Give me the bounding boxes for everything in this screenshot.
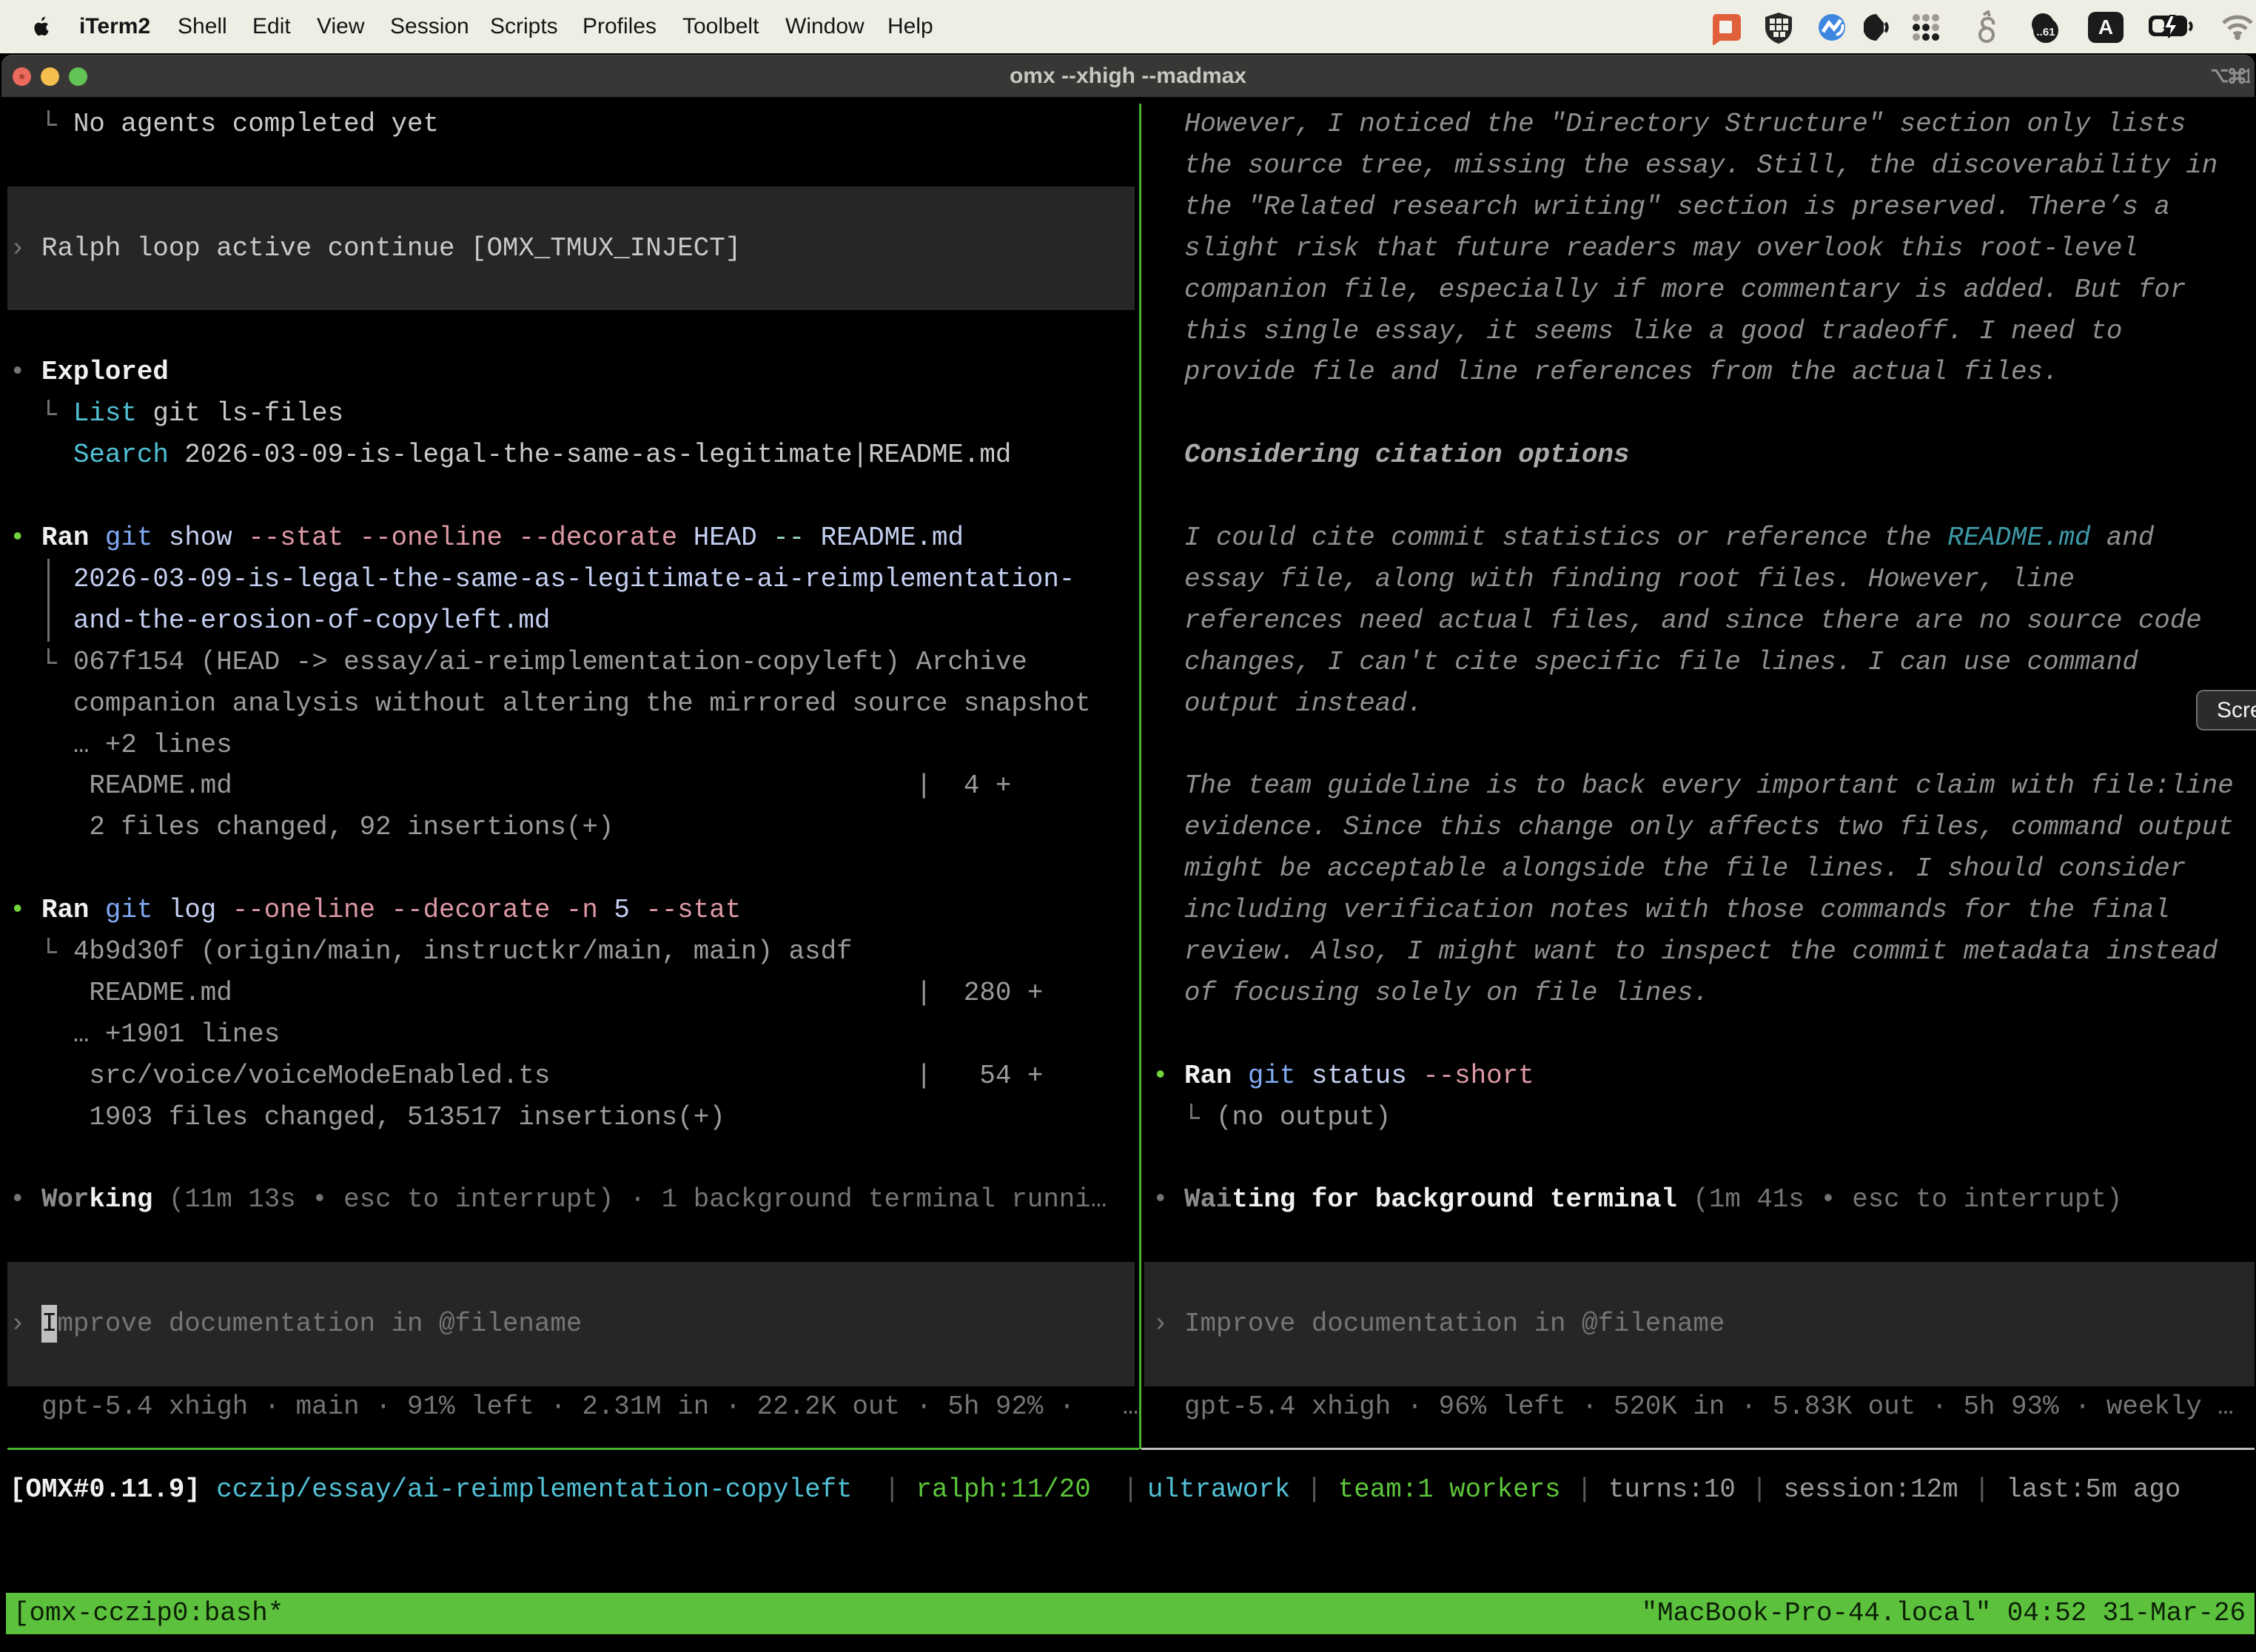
svg-text:..61: ..61 [2036, 26, 2055, 38]
